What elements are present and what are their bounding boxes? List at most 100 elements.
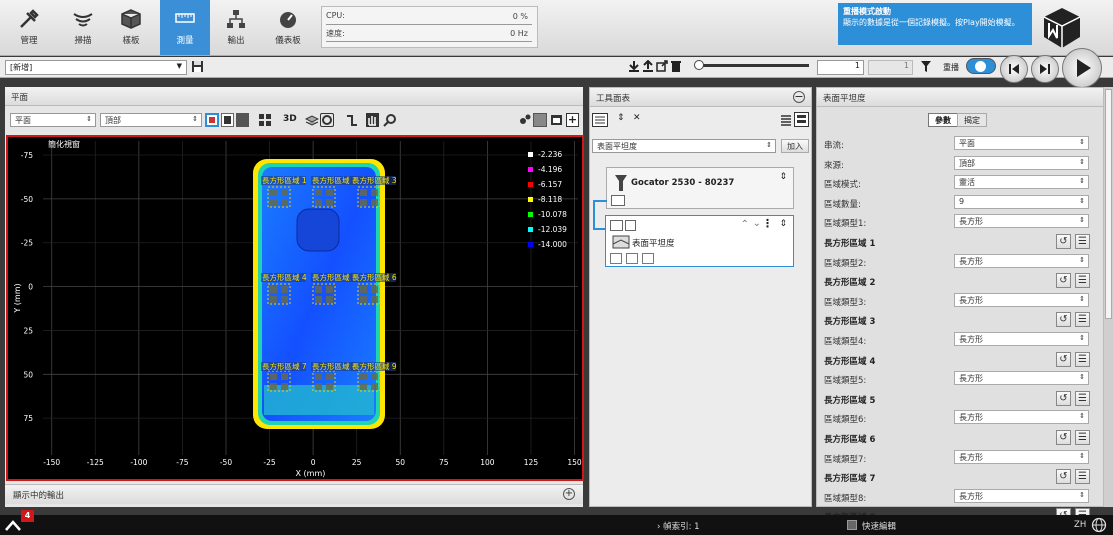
reset-icon[interactable]: ↺ — [1056, 234, 1071, 249]
3d-view-button[interactable]: 3D — [283, 114, 297, 124]
job-select[interactable]: [新增] ▼ — [5, 60, 187, 75]
chevron-updown-icon[interactable]: ⇕ — [779, 172, 787, 182]
language-label[interactable]: ZH — [1074, 520, 1086, 530]
collapse-minus-icon[interactable]: − — [793, 91, 805, 103]
zoom-icon[interactable] — [383, 113, 397, 127]
property-select[interactable]: 長方形 ⇕ — [954, 410, 1089, 425]
cpu-row: CPU: 0 % — [326, 11, 532, 25]
feature-output-icon[interactable] — [626, 253, 638, 264]
tab-scan[interactable]: 掃描 — [58, 0, 108, 55]
chevron-up-icon[interactable] — [4, 517, 22, 533]
tree-view-icon[interactable] — [794, 112, 809, 127]
property-select[interactable]: 長方形 ⇕ — [954, 488, 1089, 503]
property-select[interactable]: 長方形 ⇕ — [954, 253, 1089, 268]
replay-slider-knob[interactable] — [694, 60, 704, 70]
measurement-icon[interactable] — [625, 220, 636, 231]
profile-icon[interactable] — [346, 113, 358, 127]
list-icon[interactable]: ☰ — [1075, 430, 1090, 445]
download-icon[interactable] — [628, 60, 640, 73]
tool-select[interactable]: 表面平坦度 ⇕ — [592, 139, 776, 153]
heightmap-viewer[interactable]: 長方形區域 1 長方形區域 2 長方形區域 3 長方形區域 4 長方形區域 5 長方形區域… — [6, 135, 584, 481]
alert-badge[interactable]: 4 — [21, 510, 34, 522]
gear-icon[interactable] — [518, 113, 531, 127]
frame-input[interactable]: 1 — [817, 60, 864, 75]
list-icon[interactable]: ☰ — [1075, 312, 1090, 328]
surface-output-icon[interactable] — [611, 195, 625, 206]
reset-icon[interactable]: ↺ — [1056, 312, 1071, 328]
step-forward-button[interactable] — [1031, 55, 1059, 83]
property-select[interactable]: 長方形 ⇕ — [954, 332, 1089, 346]
grid-icon[interactable] — [259, 113, 271, 127]
property-select[interactable]: 平面 ⇕ — [954, 136, 1089, 150]
side-select[interactable]: 頂部 ⇕ — [100, 113, 202, 127]
export-icon[interactable] — [656, 60, 668, 73]
replay-slider-track[interactable] — [699, 64, 809, 67]
tool-output-icon[interactable] — [642, 253, 654, 264]
property-select[interactable]: 9 ⇕ — [954, 194, 1089, 209]
region-3[interactable]: 長方形區域 3 — [351, 175, 397, 208]
view-mode-heightmap-button[interactable] — [205, 113, 219, 127]
reset-icon[interactable]: ↺ — [1056, 430, 1071, 445]
add-output-icon[interactable]: + — [563, 488, 575, 500]
sensor-node[interactable]: Gocator 2530 - 80237 ⇕ — [606, 167, 794, 209]
list-icon[interactable]: ☰ — [1075, 273, 1090, 289]
chevron-up-icon[interactable]: ⌃ — [741, 219, 749, 230]
output-display-bar[interactable]: 顯示中的輸出 + — [5, 484, 583, 504]
add-tool-button[interactable]: 加入 — [781, 139, 809, 153]
property-select[interactable]: 頂部 ⇕ — [954, 155, 1089, 170]
region-6[interactable]: 長方形區域 6 — [351, 272, 397, 305]
reset-icon[interactable]: ↺ — [1056, 273, 1071, 289]
step-back-button[interactable] — [1000, 55, 1028, 83]
tab-decisions[interactable]: 揭定 — [957, 113, 987, 127]
list-icon[interactable]: ☰ — [1075, 234, 1090, 249]
collapse-icon[interactable]: ✕ — [633, 113, 645, 127]
measure-output-icon[interactable] — [610, 253, 622, 264]
hand-tool-icon[interactable] — [366, 113, 379, 127]
save-icon[interactable] — [191, 60, 204, 73]
surface-input-icon[interactable] — [610, 220, 623, 231]
filter-icon[interactable] — [920, 60, 932, 73]
x-tick-label: -75 — [176, 458, 188, 467]
flatness-tool-node[interactable]: 表面平坦度 ⌃ ⌄ ⋮ ⇕ — [605, 215, 794, 267]
tab-template[interactable]: 樣板 — [106, 0, 156, 55]
chevron-down-icon[interactable]: ⌄ — [753, 218, 761, 229]
more-vertical-icon[interactable]: ⋮ — [762, 217, 773, 230]
list-lines-icon[interactable] — [780, 113, 792, 127]
trash-icon[interactable] — [670, 60, 682, 73]
expand-updown-icon[interactable]: ⇕ — [617, 113, 629, 127]
property-select[interactable]: 長方形 ⇕ — [954, 371, 1089, 386]
layout-icon[interactable] — [533, 113, 547, 127]
tab-output[interactable]: 輸出 — [211, 0, 261, 55]
replay-toggle[interactable] — [966, 58, 996, 74]
tab-measure[interactable]: 測量 — [160, 0, 210, 55]
view-mode-grayscale-button[interactable] — [221, 113, 234, 127]
property-select[interactable]: 長方形 ⇕ — [954, 449, 1089, 464]
list-icon[interactable]: ☰ — [1075, 390, 1090, 406]
reset-icon[interactable]: ↺ — [1056, 390, 1071, 406]
play-button[interactable] — [1062, 48, 1102, 88]
view-select[interactable]: 平面 ⇕ — [10, 113, 96, 127]
properties-scrollbar[interactable] — [1104, 87, 1113, 507]
reset-icon[interactable]: ↺ — [1056, 469, 1071, 485]
region-sample — [281, 189, 288, 196]
list-icon[interactable]: ☰ — [1075, 469, 1090, 485]
settings-wheel-icon[interactable] — [320, 113, 334, 127]
tab-dashboard[interactable]: 儀表板 — [263, 0, 313, 55]
tab-manage[interactable]: 管理 — [4, 0, 54, 55]
property-select[interactable]: 靈活 ⇕ — [954, 175, 1089, 190]
chevron-updown-icon[interactable]: ⇕ — [779, 219, 787, 229]
reset-icon[interactable]: ↺ — [1056, 351, 1071, 367]
upload-icon[interactable] — [642, 60, 654, 73]
list-view-icon[interactable] — [592, 113, 608, 127]
window-icon[interactable] — [550, 113, 563, 127]
view-mode-overlay-button[interactable] — [236, 113, 249, 127]
globe-icon[interactable] — [1091, 517, 1107, 533]
list-icon[interactable]: ☰ — [1075, 351, 1090, 367]
property-label: 長方形區域 6 — [824, 435, 876, 445]
layers-icon[interactable] — [304, 113, 320, 127]
property-select[interactable]: 長方形 ⇕ — [954, 214, 1089, 229]
property-select[interactable]: 長方形 ⇕ — [954, 292, 1089, 307]
tab-parameters[interactable]: 參數 — [928, 113, 958, 127]
quick-edit-checkbox[interactable] — [847, 520, 857, 530]
expand-plus-icon[interactable]: + — [566, 113, 579, 127]
